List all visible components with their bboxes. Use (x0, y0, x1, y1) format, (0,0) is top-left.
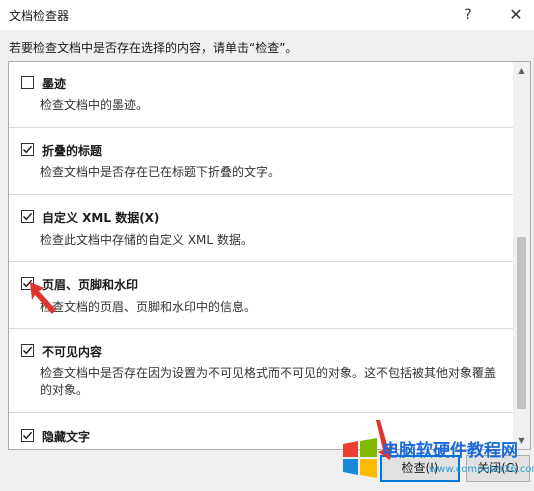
close-window-button[interactable]: ✕ (504, 3, 528, 27)
item-desc-headers-footers: 检查文档的页眉、页脚和水印中的信息。 (40, 300, 257, 314)
watermark-url: www.computer26.com (429, 464, 534, 475)
item-label-collapsed-headings: 折叠的标题 (42, 144, 103, 158)
checkmark-icon (23, 145, 33, 154)
checkbox-custom-xml[interactable] (21, 210, 34, 223)
item-desc-custom-xml: 检查此文档中存储的自定义 XML 数据。 (40, 233, 253, 247)
instruction-text: 若要检查文档中是否存在选择的内容，请单击“检查”。 (9, 41, 298, 55)
checkbox-collapsed-headings[interactable] (21, 143, 34, 156)
checkbox-invisible-content[interactable] (21, 344, 34, 357)
list-item-headers-footers: 页眉、页脚和水印 检查文档的页眉、页脚和水印中的信息。 (9, 262, 514, 329)
annotation-arrow-checkbox-icon (30, 282, 56, 314)
help-button[interactable]: ? (456, 3, 480, 27)
scroll-up-arrow-icon[interactable]: ▲ (513, 62, 530, 79)
checkbox-hidden-text[interactable] (21, 429, 34, 442)
watermark-text: 电脑软硬件教程网 (382, 441, 518, 461)
list-scrollbar[interactable]: ▲ ▼ (513, 62, 530, 449)
scroll-thumb[interactable] (517, 237, 526, 409)
item-label-ink: 墨迹 (42, 77, 67, 91)
item-label-invisible-content: 不可见内容 (42, 345, 103, 359)
list-item-ink: 墨迹 检查文档中的墨迹。 (9, 62, 514, 128)
checkmark-icon (23, 431, 33, 440)
window-title: 文档检查器 (9, 9, 70, 23)
list-item-collapsed-headings: 折叠的标题 检查文档中是否存在已在标题下折叠的文字。 (9, 128, 514, 195)
windows-logo-icon (343, 438, 377, 478)
checkbox-ink[interactable] (21, 76, 34, 89)
item-desc-invisible-content: 检查文档中是否存在因为设置为不可见格式而不可见的对象。这不包括被其他对象覆盖的对… (40, 366, 497, 397)
checkmark-icon (23, 346, 33, 355)
inspection-list: 墨迹 检查文档中的墨迹。 折叠的标题 检查文档中是否存在已在标题下折叠的文字。 … (8, 61, 531, 450)
watermark: 电脑软硬件教程网 www.computer26.com (337, 420, 534, 491)
item-label-custom-xml: 自定义 XML 数据(X) (42, 211, 160, 225)
item-desc-collapsed-headings: 检查文档中是否存在已在标题下折叠的文字。 (40, 165, 281, 179)
item-label-hidden-text: 隐藏文字 (42, 430, 91, 444)
list-item-custom-xml: 自定义 XML 数据(X) 检查此文档中存储的自定义 XML 数据。 (9, 195, 514, 262)
checkmark-icon (23, 212, 33, 221)
list-item-invisible-content: 不可见内容 检查文档中是否存在因为设置为不可见格式而不可见的对象。这不包括被其他… (9, 329, 514, 413)
title-bar: 文档检查器 ? ✕ (0, 0, 534, 30)
item-desc-ink: 检查文档中的墨迹。 (40, 98, 149, 112)
